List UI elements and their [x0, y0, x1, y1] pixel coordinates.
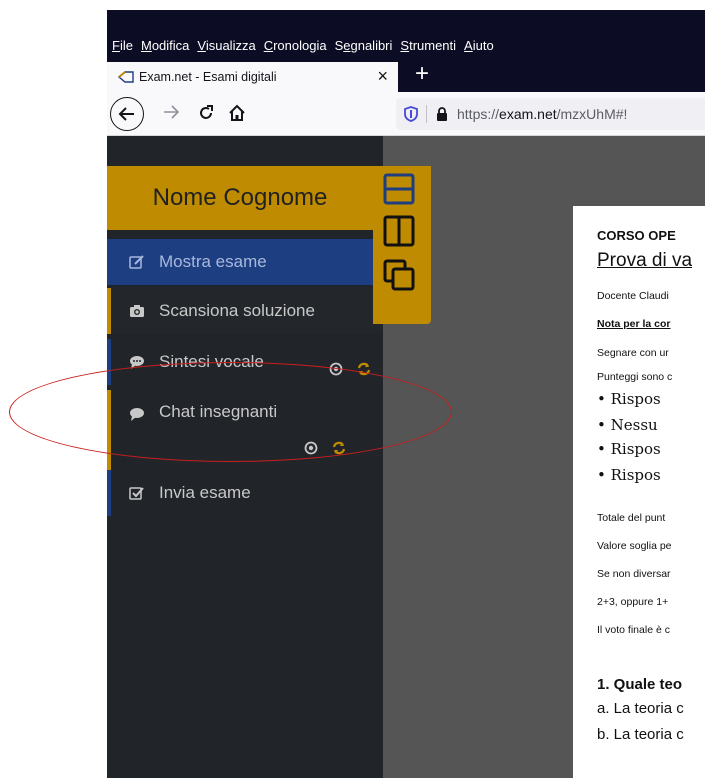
sync-icon[interactable]: [357, 362, 371, 376]
menu-visualizza-accel: V: [197, 37, 206, 53]
exam-sidebar: Nome Cognome Mostra esame Scansiona solu…: [107, 136, 383, 778]
sidebar-item-label: Scansiona soluzione: [159, 301, 315, 320]
menu-strumenti[interactable]: Strumenti: [400, 38, 456, 53]
exam-scores-intro: Punteggi sono c: [597, 371, 673, 383]
exam-teacher: Docente Claudi: [597, 290, 669, 302]
scoring-bullet: • Rispos: [597, 440, 661, 458]
menu-cronologia[interactable]: Cronologia: [264, 38, 327, 53]
checkbox-icon: [129, 487, 144, 500]
menu-segnalibri-pre: S: [334, 37, 344, 53]
close-tab-icon[interactable]: ×: [377, 66, 388, 87]
answer-option: a. La teoria c: [597, 700, 684, 717]
menu-aiuto[interactable]: Aiuto: [464, 38, 494, 53]
arrow-right-icon[interactable]: [162, 104, 180, 120]
chat-icon: [130, 408, 144, 421]
tts-controls: [329, 362, 371, 376]
menu-strumenti-accel: S: [400, 37, 410, 53]
sync-icon[interactable]: [332, 441, 346, 455]
menu-file[interactable]: File: [112, 38, 133, 53]
url-scheme: https://: [457, 106, 500, 122]
exam-instruction: Segnare con ur: [597, 347, 669, 359]
exam-combination: 2+3, oppure 1+: [597, 596, 669, 608]
exam-final-grade: Il voto finale è c: [597, 624, 670, 636]
exam-total: Totale del punt: [597, 512, 666, 524]
menu-bar: File Modifica Visualizza Cronologia Segn…: [107, 32, 705, 58]
overlap-windows-icon[interactable]: [382, 258, 416, 292]
tab-strip: Exam.net - Esami digitali × +: [107, 58, 705, 92]
chat-controls: [304, 441, 346, 455]
tab-exam-net[interactable]: Exam.net - Esami digitali ×: [107, 62, 398, 92]
menu-file-label: ile: [119, 37, 133, 53]
menu-aiuto-label: iuto: [472, 37, 494, 53]
urlbar-separator: [426, 105, 427, 123]
menu-aiuto-accel: A: [464, 37, 473, 53]
sidebar-item-label: Sintesi vocale: [159, 352, 264, 371]
arrow-left-icon: [118, 107, 134, 121]
menu-modifica-accel: M: [140, 37, 152, 53]
menu-visualizza-label: isualizza: [205, 37, 256, 53]
exam-subtitle: Prova di va: [597, 250, 693, 271]
address-bar[interactable]: https://exam.net/mzxUhM#!: [396, 98, 705, 130]
home-icon[interactable]: [227, 103, 247, 123]
exam-course-title: CORSO OPE: [597, 228, 676, 243]
answer-option: b. La teoria c: [597, 726, 684, 743]
tab-title: Exam.net - Esami digitali: [139, 70, 277, 84]
radio-target-icon[interactable]: [304, 441, 318, 455]
sidebar-item-teacher-chat[interactable]: Chat insegnanti: [107, 390, 383, 470]
new-tab-button[interactable]: +: [415, 60, 429, 88]
split-vertical-icon[interactable]: [382, 214, 416, 248]
sidebar-item-show-exam[interactable]: Mostra esame: [107, 239, 383, 285]
student-name: Nome Cognome: [107, 166, 373, 230]
lock-icon[interactable]: [435, 106, 449, 122]
document-viewer: CORSO OPE Prova di va Docente Claudi Not…: [383, 136, 705, 778]
reload-icon[interactable]: [197, 104, 215, 122]
url-text: https://exam.net/mzxUhM#!: [457, 106, 627, 122]
speech-bubble-icon: [130, 356, 144, 369]
sidebar-item-submit-exam[interactable]: Invia esame: [107, 470, 383, 516]
sidebar-item-scan-solution[interactable]: Scansiona soluzione: [107, 288, 383, 334]
question-title: 1. Quale teo: [597, 676, 683, 693]
menu-modifica-label: odifica: [151, 37, 190, 53]
exam-net-favicon-icon: [117, 71, 134, 83]
menu-cronologia-label: ronologia: [273, 37, 327, 53]
layout-toolbox: [373, 166, 431, 324]
sidebar-item-label: Mostra esame: [159, 252, 267, 271]
menu-segnalibri[interactable]: Segnalibri: [335, 38, 393, 53]
sidebar-item-label: Invia esame: [159, 483, 251, 502]
edit-icon: [129, 255, 144, 269]
menu-modifica[interactable]: Modifica: [141, 38, 189, 53]
exam-note: Nota per la cor: [597, 318, 671, 330]
url-path: /mzxUhM#!: [556, 106, 628, 122]
camera-icon: [130, 305, 144, 317]
url-domain: exam.net: [499, 106, 557, 122]
tracking-shield-icon[interactable]: [404, 106, 418, 122]
menu-visualizza[interactable]: Visualizza: [197, 38, 255, 53]
menu-strumenti-label: trumenti: [409, 37, 457, 53]
title-bar: [107, 10, 705, 32]
radio-target-icon[interactable]: [329, 362, 343, 376]
navigation-bar: https://exam.net/mzxUhM#!: [107, 92, 705, 136]
exam-condition: Se non diversar: [597, 568, 671, 580]
split-horizontal-icon[interactable]: [382, 172, 416, 206]
menu-cronologia-accel: C: [263, 37, 274, 53]
scoring-bullet: • Rispos: [597, 466, 661, 484]
menu-segnalibri-label: gnalibri: [350, 37, 393, 53]
back-button[interactable]: [110, 97, 144, 131]
exam-paper: CORSO OPE Prova di va Docente Claudi Not…: [573, 206, 705, 778]
browser-window: File Modifica Visualizza Cronologia Segn…: [107, 10, 705, 778]
scoring-bullet: • Rispos: [597, 390, 661, 408]
scoring-bullet: • Nessu: [597, 416, 658, 434]
sidebar-item-label: Chat insegnanti: [159, 402, 278, 421]
exam-threshold: Valore soglia pe: [597, 540, 672, 552]
menu-file-accel: F: [112, 37, 120, 53]
